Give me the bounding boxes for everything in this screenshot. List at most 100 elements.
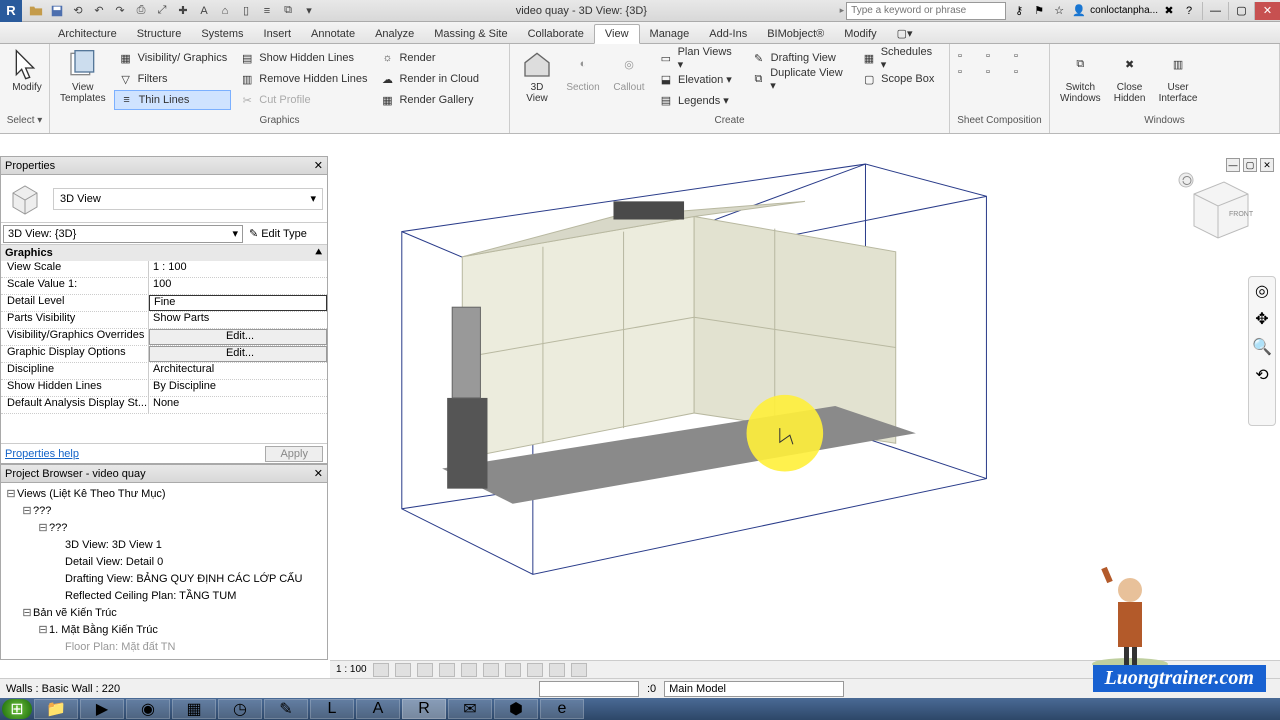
app-icon[interactable]: ✎ xyxy=(264,699,308,719)
tab-insert[interactable]: Insert xyxy=(254,25,302,43)
property-row[interactable]: Show Hidden LinesBy Discipline xyxy=(1,380,327,397)
guide-icon[interactable]: ▫ xyxy=(986,50,1010,62)
plan-views-button[interactable]: ▭Plan Views ▾ xyxy=(654,48,743,68)
orbit-icon[interactable]: ⟲ xyxy=(1255,365,1268,385)
node-arch[interactable]: Bản vẽ Kiến Trúc xyxy=(33,607,117,619)
start-button[interactable]: ⊞ xyxy=(2,699,32,719)
schedules-button[interactable]: ▦Schedules ▾ xyxy=(857,48,943,68)
save-icon[interactable] xyxy=(47,2,67,20)
switch-windows-button[interactable]: ⧉Switch Windows xyxy=(1054,46,1107,106)
close-hidden-button[interactable]: ✖Close Hidden xyxy=(1107,46,1153,106)
elevation-button[interactable]: ⬓Elevation ▾ xyxy=(654,69,743,89)
revit-taskbar-icon[interactable]: R xyxy=(402,699,446,719)
undo-icon[interactable]: ↶ xyxy=(89,2,109,20)
explorer-icon[interactable]: 📁 xyxy=(34,699,78,719)
lock-icon[interactable] xyxy=(527,663,543,677)
legends-button[interactable]: ▤Legends ▾ xyxy=(654,90,743,110)
properties-help-link[interactable]: Properties help xyxy=(5,448,79,460)
text-icon[interactable]: A xyxy=(194,2,214,20)
crop-show-icon[interactable] xyxy=(505,663,521,677)
browser-close-icon[interactable]: ✕ xyxy=(314,467,323,480)
tab-collaborate[interactable]: Collaborate xyxy=(518,25,594,43)
drafting-view-button[interactable]: ✎Drafting View xyxy=(747,48,854,68)
node-q2[interactable]: ??? xyxy=(49,522,67,534)
app-icon[interactable]: L xyxy=(310,699,354,719)
tree-item[interactable]: 3D View: 3D View 1 xyxy=(65,539,162,551)
style-icon[interactable] xyxy=(395,663,411,677)
steering-wheel-icon[interactable]: ◎ xyxy=(1255,281,1269,301)
property-row[interactable]: DisciplineArchitectural xyxy=(1,363,327,380)
remove-hidden-lines-button[interactable]: ▥Remove Hidden Lines xyxy=(235,69,371,89)
property-row[interactable]: Detail LevelFine xyxy=(1,295,327,312)
category-graphics[interactable]: Graphics⯅ xyxy=(1,245,327,261)
property-row[interactable]: Graphic Display OptionsEdit... xyxy=(1,346,327,363)
tree-item[interactable]: Detail View: Detail 0 xyxy=(65,556,163,568)
edit-type-button[interactable]: ✎Edit Type xyxy=(245,227,311,240)
workset-combo[interactable] xyxy=(539,681,639,697)
reveal-icon[interactable] xyxy=(571,663,587,677)
render-gallery-button[interactable]: ▦Render Gallery xyxy=(375,90,483,110)
ie-icon[interactable]: e xyxy=(540,699,584,719)
node-q1[interactable]: ??? xyxy=(33,505,51,517)
zoom-icon[interactable]: 🔍 xyxy=(1252,337,1272,357)
properties-close-icon[interactable]: ✕ xyxy=(314,159,323,172)
navigation-bar[interactable]: ◎ ✥ 🔍 ⟲ xyxy=(1248,276,1276,426)
browser-tree[interactable]: ⊟Views (Liệt Kê Theo Thư Mục) ⊟??? ⊟??? … xyxy=(1,483,327,657)
property-row[interactable]: Visibility/Graphics OverridesEdit... xyxy=(1,329,327,346)
node-floor[interactable]: 1. Mặt Bằng Kiến Trúc xyxy=(49,624,158,636)
signin-icon[interactable]: 👤 xyxy=(1070,3,1088,19)
switch-icon[interactable]: ▾ xyxy=(299,2,319,20)
match-icon[interactable]: ▫ xyxy=(1014,50,1038,62)
maximize-button[interactable]: ▢ xyxy=(1228,2,1254,20)
close-inactive-icon[interactable]: ⧉ xyxy=(278,2,298,20)
show-hidden-lines-button[interactable]: ▤Show Hidden Lines xyxy=(235,48,371,68)
detail-icon[interactable] xyxy=(373,663,389,677)
minimize-button[interactable]: — xyxy=(1202,2,1228,20)
comm-icon[interactable]: ⚑ xyxy=(1030,3,1048,19)
align-icon[interactable]: ✚ xyxy=(173,2,193,20)
views-root[interactable]: Views (Liệt Kê Theo Thư Mục) xyxy=(17,488,166,500)
view-ref-icon[interactable]: ▫ xyxy=(958,66,982,78)
autocad-icon[interactable]: A xyxy=(356,699,400,719)
render-cloud-button[interactable]: ☁Render in Cloud xyxy=(375,69,483,89)
sheet-icon[interactable]: ▫ xyxy=(958,50,982,62)
tab-structure[interactable]: Structure xyxy=(127,25,192,43)
tab-analyze[interactable]: Analyze xyxy=(365,25,424,43)
thin-lines-button[interactable]: ≡Thin Lines xyxy=(114,90,232,110)
property-row[interactable]: Scale Value 1:100 xyxy=(1,278,327,295)
thin-icon[interactable]: ≡ xyxy=(257,2,277,20)
tab-architecture[interactable]: Architecture xyxy=(48,25,127,43)
tab-extra-icon[interactable]: ▢▾ xyxy=(887,24,923,43)
property-row[interactable]: View Scale1 : 100 xyxy=(1,261,327,278)
sun-icon[interactable] xyxy=(417,663,433,677)
render-button[interactable]: ☼Render xyxy=(375,48,483,68)
sync-icon[interactable]: ⟲ xyxy=(68,2,88,20)
temp-hide-icon[interactable] xyxy=(549,663,565,677)
tab-bimobject[interactable]: BIMobject® xyxy=(757,25,834,43)
filters-button[interactable]: ▽Filters xyxy=(114,69,232,89)
tree-item[interactable]: Floor Plan: Mặt đất TN xyxy=(65,641,175,653)
design-option-combo[interactable]: Main Model xyxy=(664,681,844,697)
3d-icon[interactable]: ⌂ xyxy=(215,2,235,20)
tab-manage[interactable]: Manage xyxy=(640,25,700,43)
search-input[interactable] xyxy=(846,2,1006,20)
tab-view[interactable]: View xyxy=(594,24,640,44)
print-icon[interactable]: ⎙ xyxy=(131,2,151,20)
property-row[interactable]: Default Analysis Display St...None xyxy=(1,397,327,414)
app-icon[interactable]: ⬢ xyxy=(494,699,538,719)
app-logo[interactable]: R xyxy=(0,0,22,22)
view-cube[interactable]: FRONT xyxy=(1174,164,1264,254)
visibility-graphics-button[interactable]: ▦Visibility/ Graphics xyxy=(114,48,232,68)
scale-label[interactable]: 1 : 100 xyxy=(336,664,367,675)
rev-icon[interactable]: ▫ xyxy=(1014,66,1038,78)
tab-massing[interactable]: Massing & Site xyxy=(424,25,517,43)
chrome-icon[interactable]: ◉ xyxy=(126,699,170,719)
tab-systems[interactable]: Systems xyxy=(191,25,253,43)
sub-icon[interactable]: ⚷ xyxy=(1010,3,1028,19)
app-icon[interactable]: ✉ xyxy=(448,699,492,719)
duplicate-view-button[interactable]: ⧉Duplicate View ▾ xyxy=(747,69,854,89)
shadow-icon[interactable] xyxy=(439,663,455,677)
apply-button[interactable]: Apply xyxy=(265,446,323,462)
crop-icon[interactable] xyxy=(483,663,499,677)
scope-box-button[interactable]: ▢Scope Box xyxy=(857,69,943,89)
